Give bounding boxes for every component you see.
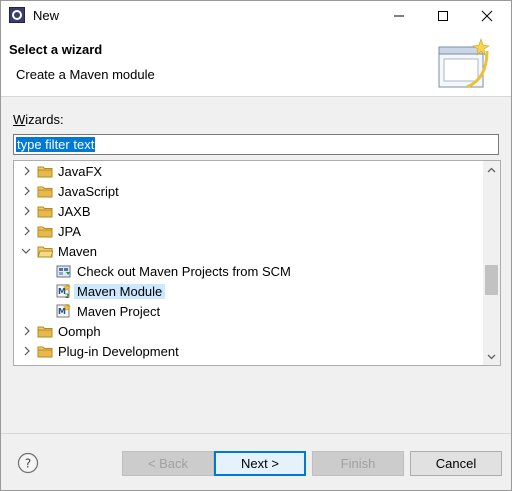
chevron-down-icon[interactable] — [21, 246, 31, 256]
svg-text:M: M — [58, 307, 66, 316]
wizard-page-title: Select a wizard — [9, 42, 103, 57]
tree-item-label: Maven — [58, 244, 98, 259]
checkout-icon — [56, 265, 71, 278]
folder-icon — [37, 226, 53, 238]
tree-item-checkout-maven-projects[interactable]: Check out Maven Projects from SCM — [14, 261, 483, 281]
tree-item-label: Maven Project — [77, 304, 161, 319]
folder-icon — [37, 326, 53, 338]
next-button[interactable]: Next > — [214, 451, 306, 476]
svg-text:2: 2 — [65, 293, 69, 299]
tree-item-label: Plug-in Development — [58, 344, 179, 359]
chevron-right-icon[interactable] — [22, 346, 32, 356]
scroll-up-button[interactable] — [483, 161, 500, 178]
wizards-label-rest: izards: — [25, 112, 64, 127]
tree-item-label: JAXB — [58, 204, 91, 219]
title-bar[interactable]: New — [1, 1, 511, 31]
wizards-tree[interactable]: JavaFX JavaScript JAXB JPA Maven Check o… — [13, 160, 501, 366]
close-icon — [481, 10, 493, 22]
chevron-right-icon[interactable] — [22, 326, 32, 336]
maximize-button[interactable] — [421, 1, 465, 31]
tree-item-plugin-development[interactable]: Plug-in Development — [14, 341, 483, 361]
folder-icon — [37, 166, 53, 178]
maximize-icon — [438, 11, 448, 21]
tree-item-maven[interactable]: Maven — [14, 241, 483, 261]
folder-icon — [37, 206, 53, 218]
tree-item-jaxb[interactable]: JAXB — [14, 201, 483, 221]
svg-text:?: ? — [25, 457, 31, 471]
wizards-label: Wizards: — [13, 112, 64, 127]
tree-item-maven-module[interactable]: M2 Maven Module — [14, 281, 483, 301]
tree-item-oomph[interactable]: Oomph — [14, 321, 483, 341]
tree-item-label: Check out Maven Projects from SCM — [77, 264, 291, 279]
maven-project-icon: M — [56, 303, 72, 318]
tree-item-label: JavaScript — [58, 184, 119, 199]
tree-item-label: JavaFX — [58, 164, 103, 179]
wizard-header: Select a wizard Create a Maven module — [1, 31, 511, 97]
chevron-right-icon[interactable] — [22, 166, 32, 176]
tree-item-jpa[interactable]: JPA — [14, 221, 483, 241]
maven-module-icon: M2 — [56, 283, 72, 299]
new-wizard-banner-icon — [438, 38, 490, 89]
wizard-page-message: Create a Maven module — [16, 67, 155, 82]
minimize-button[interactable] — [377, 1, 421, 31]
tree-vertical-scrollbar[interactable] — [483, 161, 500, 365]
chevron-right-icon[interactable] — [22, 206, 32, 216]
filter-text: type filter text — [16, 137, 96, 152]
scroll-down-button[interactable] — [483, 348, 500, 365]
tree-item-maven-project[interactable]: M Maven Project — [14, 301, 483, 321]
chevron-up-icon — [487, 167, 496, 172]
close-button[interactable] — [465, 1, 509, 31]
minimize-icon — [394, 15, 404, 17]
tree-item-label: Maven Module — [74, 284, 166, 299]
tree-item-label: Oomph — [58, 324, 101, 339]
chevron-right-icon[interactable] — [22, 226, 32, 236]
tree-item-javascript[interactable]: JavaScript — [14, 181, 483, 201]
button-bar-separator — [1, 433, 511, 434]
tree-item-label: JPA — [58, 224, 81, 239]
cancel-button[interactable]: Cancel — [410, 451, 502, 476]
folder-open-icon — [37, 246, 53, 258]
folder-icon — [37, 346, 53, 358]
window-title: New — [33, 8, 60, 23]
scroll-thumb[interactable] — [485, 264, 498, 295]
folder-icon — [37, 186, 53, 198]
new-wizard-dialog: New Select a wizard Create a Maven modul… — [0, 0, 512, 491]
back-button[interactable]: < Back — [122, 451, 214, 476]
finish-button[interactable]: Finish — [312, 451, 404, 476]
chevron-right-icon[interactable] — [22, 186, 32, 196]
eclipse-app-icon — [9, 7, 25, 23]
chevron-down-icon — [487, 354, 496, 359]
wizard-filter-input[interactable]: type filter text — [13, 134, 499, 155]
tree-item-javafx[interactable]: JavaFX — [14, 161, 483, 181]
help-icon[interactable]: ? — [17, 452, 39, 474]
